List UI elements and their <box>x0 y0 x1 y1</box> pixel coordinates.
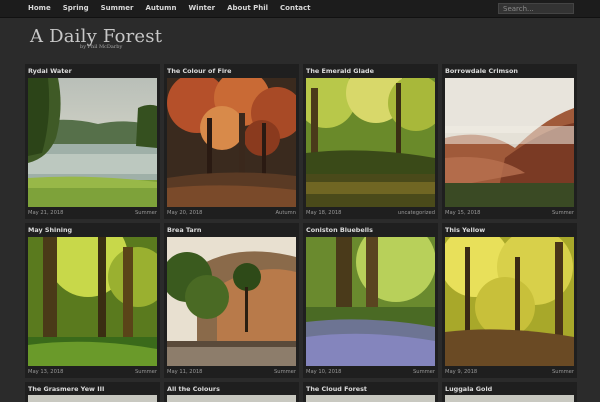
post-card-all-the-colours[interactable]: All the Colours <box>164 382 299 402</box>
post-thumbnail[interactable] <box>167 78 296 207</box>
post-title[interactable]: Coniston Bluebells <box>306 226 373 234</box>
sunlit-woodland-image <box>28 237 157 366</box>
post-thumbnail[interactable] <box>445 395 574 402</box>
post-thumbnail[interactable] <box>445 78 574 207</box>
post-card-this-yellow[interactable]: This Yellow May 9, 2018 Summer <box>442 223 577 378</box>
post-title[interactable]: May Shining <box>28 226 72 234</box>
nav-winter[interactable]: Winter <box>182 0 221 17</box>
nav-spring[interactable]: Spring <box>57 0 95 17</box>
bluebell-woodland-image <box>306 237 435 366</box>
post-title[interactable]: The Grasmere Yew III <box>28 385 104 393</box>
post-category[interactable]: Summer <box>274 369 296 375</box>
post-thumbnail[interactable] <box>306 395 435 402</box>
post-category[interactable]: Summer <box>552 369 574 375</box>
post-title[interactable]: The Cloud Forest <box>306 385 367 393</box>
post-date: May 21, 2018 <box>28 210 64 216</box>
main-menu: Home Spring Summer Autumn Winter About P… <box>22 0 317 17</box>
post-category[interactable]: Summer <box>135 210 157 216</box>
post-category[interactable]: Autumn <box>276 210 297 216</box>
nav-autumn[interactable]: Autumn <box>139 0 182 17</box>
post-card-the-emerald-glade[interactable]: The Emerald Glade May 18, 2018 uncategor… <box>303 64 438 219</box>
green-glade-image <box>306 78 435 207</box>
nav-home[interactable]: Home <box>22 0 57 17</box>
nav-summer[interactable]: Summer <box>95 0 140 17</box>
yellow-foliage-image <box>445 237 574 366</box>
post-card-brea-tarn[interactable]: Brea Tarn May 11, 2018 Summer <box>164 223 299 378</box>
autumn-forest-image <box>167 78 296 207</box>
lake-landscape-image <box>28 78 157 207</box>
post-title[interactable]: Rydal Water <box>28 67 72 75</box>
mountain-tarn-image <box>167 237 296 366</box>
post-title[interactable]: All the Colours <box>167 385 220 393</box>
post-date: May 11, 2018 <box>167 369 203 375</box>
post-card-borrowdale-crimson[interactable]: Borrowdale Crimson May 15, 2018 Summer <box>442 64 577 219</box>
post-card-the-grasmere-yew-iii[interactable]: The Grasmere Yew III <box>25 382 160 402</box>
post-title[interactable]: The Colour of Fire <box>167 67 232 75</box>
nav-contact[interactable]: Contact <box>274 0 317 17</box>
post-thumbnail[interactable] <box>28 395 157 402</box>
post-date: May 10, 2018 <box>306 369 342 375</box>
top-navigation-bar: Home Spring Summer Autumn Winter About P… <box>0 0 600 18</box>
post-card-rydal-water[interactable]: Rydal Water May 21, 2018 Summer <box>25 64 160 219</box>
post-date: May 13, 2018 <box>28 369 64 375</box>
misty-valley-image <box>445 78 574 207</box>
post-date: May 20, 2018 <box>167 210 203 216</box>
post-card-may-shining[interactable]: May Shining May 13, 2018 Summer <box>25 223 160 378</box>
post-card-luggala-gold[interactable]: Luggala Gold <box>442 382 577 402</box>
post-category[interactable]: Summer <box>135 369 157 375</box>
post-title[interactable]: Luggala Gold <box>445 385 492 393</box>
post-thumbnail[interactable] <box>306 237 435 366</box>
post-card-the-cloud-forest[interactable]: The Cloud Forest <box>303 382 438 402</box>
post-date: May 18, 2018 <box>306 210 342 216</box>
post-thumbnail[interactable] <box>306 78 435 207</box>
post-category[interactable]: Summer <box>413 369 435 375</box>
nav-about-phil[interactable]: About Phil <box>221 0 274 17</box>
post-thumbnail[interactable] <box>167 237 296 366</box>
post-category[interactable]: uncategorized <box>398 210 435 216</box>
search-input[interactable] <box>498 3 574 14</box>
post-card-the-colour-of-fire[interactable]: The Colour of Fire May 20, 2018 Autumn <box>164 64 299 219</box>
post-thumbnail[interactable] <box>445 237 574 366</box>
site-byline: by Phil McDarby <box>80 44 123 50</box>
post-thumbnail[interactable] <box>167 395 296 402</box>
post-title[interactable]: The Emerald Glade <box>306 67 374 75</box>
post-date: May 9, 2018 <box>445 369 478 375</box>
post-title[interactable]: Borrowdale Crimson <box>445 67 518 75</box>
post-thumbnail[interactable] <box>28 237 157 366</box>
post-category[interactable]: Summer <box>552 210 574 216</box>
post-date: May 15, 2018 <box>445 210 481 216</box>
post-title[interactable]: This Yellow <box>445 226 485 234</box>
post-card-coniston-bluebells[interactable]: Coniston Bluebells May 10, 2018 Summer <box>303 223 438 378</box>
post-thumbnail[interactable] <box>28 78 157 207</box>
post-title[interactable]: Brea Tarn <box>167 226 201 234</box>
